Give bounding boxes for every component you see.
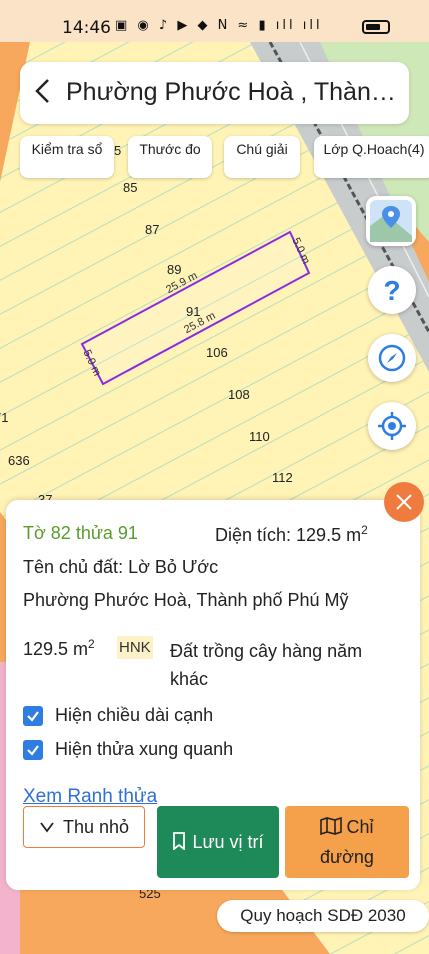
- collapse-button-label: Thu nhỏ: [62, 817, 130, 837]
- check-icon: [27, 745, 39, 756]
- locate-icon: [378, 412, 406, 440]
- parcel-number[interactable]: 71: [0, 410, 8, 425]
- checkbox-surrounding-parcels[interactable]: [23, 740, 43, 760]
- directions-button[interactable]: Chỉ đường: [285, 806, 409, 878]
- close-icon: [396, 494, 412, 510]
- owner-name: Tên chủ đất: Lờ Bỏ Ước: [23, 557, 219, 577]
- parcel-address: Phường Phước Hoà, Thành phố Phú Mỹ: [23, 590, 349, 610]
- land-code-badge: HNK: [117, 636, 153, 659]
- partial-parcel-number: 5: [114, 143, 122, 158]
- directions-content: Chỉ đường: [297, 812, 397, 872]
- parcel-number[interactable]: 87: [145, 222, 159, 237]
- help-button[interactable]: ?: [368, 266, 416, 314]
- map-layers-button[interactable]: [366, 196, 416, 246]
- parcel-number[interactable]: 108: [228, 387, 250, 402]
- chip-label: Lớp Q.Hoach(4): [323, 141, 425, 157]
- parcel-info-sheet: Tờ 82 thửa 91 Diện tích: 129.5 m2 Tên ch…: [6, 500, 420, 890]
- help-icon: ?: [383, 276, 400, 304]
- area-unit-sup: 2: [361, 523, 368, 537]
- checkbox-surrounding-parcels-label[interactable]: Hiện thửa xung quanh: [55, 739, 233, 760]
- view-boundary-link[interactable]: Xem Ranh thửa: [23, 786, 157, 808]
- parcel-number[interactable]: 110: [249, 429, 270, 444]
- bookmark-icon: [173, 832, 186, 851]
- save-location-label: Lưu vị trí: [192, 832, 264, 852]
- chip-label: Thước đo: [139, 141, 201, 157]
- checkbox-edge-length[interactable]: [23, 706, 43, 726]
- checkbox-edge-length-label[interactable]: Hiện chiều dài cạnh: [55, 705, 213, 726]
- planning-layer-button[interactable]: Lớp Q.Hoach(4): [314, 136, 429, 178]
- parcel-area: Diện tích: 129.5 m2: [215, 523, 368, 546]
- save-location-button[interactable]: Lưu vị trí: [157, 806, 279, 878]
- chevron-left-icon[interactable]: [32, 76, 54, 112]
- land-use-area: 129.5 m2: [23, 637, 95, 660]
- status-time: 14:46: [62, 18, 111, 38]
- collapse-button[interactable]: Thu nhỏ: [23, 806, 145, 848]
- parcel-number[interactable]: 89: [167, 262, 181, 277]
- land-use-area-value: 129.5 m: [23, 639, 89, 659]
- parcel-number[interactable]: 636: [8, 453, 30, 468]
- check-icon: [27, 711, 39, 722]
- chip-label: Kiểm tra sổ: [31, 141, 103, 157]
- compass-button[interactable]: [368, 334, 416, 382]
- chip-label: Chú giải: [236, 141, 288, 157]
- legend-button[interactable]: Chú giải: [224, 136, 300, 178]
- parcel-number[interactable]: 112: [272, 470, 293, 485]
- area-unit-sup: 2: [88, 637, 95, 651]
- close-sheet-button[interactable]: [384, 482, 424, 522]
- compass-icon: [378, 344, 406, 372]
- save-location-content: Lưu vị trí: [168, 827, 268, 857]
- check-deed-button[interactable]: Kiểm tra sổ: [20, 136, 114, 178]
- measure-button[interactable]: Thước đo: [128, 136, 212, 178]
- page-title: Phường Phước Hoà , Thành phố Phú Mỹ: [66, 78, 406, 106]
- svg-text:?: ?: [383, 276, 400, 304]
- search-header[interactable]: Phường Phước Hoà , Thành phố Phú Mỹ: [20, 62, 409, 124]
- chevron-down-icon: [40, 822, 54, 833]
- locate-button[interactable]: [368, 402, 416, 450]
- battery-icon: [362, 20, 390, 34]
- parcel-number[interactable]: 106: [206, 345, 228, 360]
- parcel-id: Tờ 82 thửa 91: [23, 523, 138, 543]
- map-icon: [320, 816, 343, 836]
- parcel-area-value: Diện tích: 129.5 m: [215, 525, 362, 545]
- status-bar: 14:46 ▣ ◉ ♪ ▶ ◆ N ≈ ▮ ıll ıll: [0, 0, 429, 42]
- status-icons: ▣ ◉ ♪ ▶ ◆ N ≈ ▮ ıll ıll: [115, 18, 323, 33]
- land-type: Đất trồng cây hàng năm khác: [170, 641, 363, 689]
- layers-map-icon: [370, 200, 412, 242]
- parcel-number[interactable]: 85: [123, 180, 137, 195]
- planning-year-pill[interactable]: Quy hoạch SDĐ 2030: [217, 900, 429, 932]
